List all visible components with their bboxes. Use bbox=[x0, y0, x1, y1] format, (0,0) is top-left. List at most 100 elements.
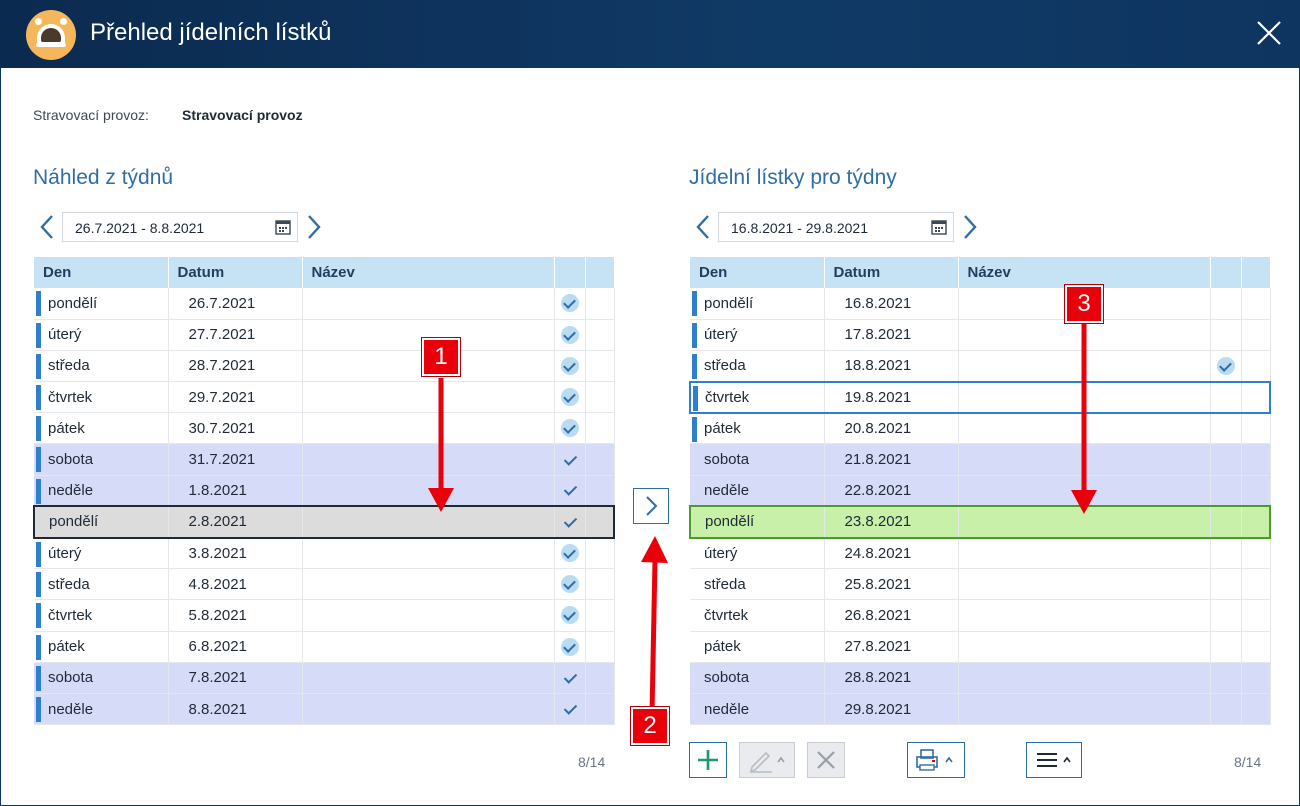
table-row[interactable]: středa 28.7.2021 bbox=[34, 350, 615, 383]
left-calendar-icon[interactable] bbox=[275, 219, 291, 235]
name-cell[interactable] bbox=[958, 693, 1211, 726]
col-header-date[interactable]: Datum bbox=[824, 257, 959, 288]
table-row[interactable]: pondělí 2.8.2021 bbox=[33, 505, 615, 539]
check-cell[interactable] bbox=[1210, 350, 1242, 383]
right-calendar-icon[interactable] bbox=[931, 219, 947, 235]
date-cell[interactable]: 21.8.2021 bbox=[824, 443, 959, 476]
date-cell[interactable]: 24.8.2021 bbox=[824, 537, 959, 570]
name-cell[interactable] bbox=[302, 505, 555, 539]
day-cell[interactable]: pondělí bbox=[689, 505, 825, 539]
check-cell[interactable] bbox=[554, 288, 586, 320]
name-cell[interactable] bbox=[958, 662, 1211, 694]
table-row[interactable]: čtvrtek 5.8.2021 bbox=[34, 599, 615, 632]
table-row[interactable]: sobota 7.8.2021 bbox=[34, 662, 615, 694]
check-cell[interactable] bbox=[554, 443, 586, 476]
name-cell[interactable] bbox=[302, 381, 555, 414]
table-row[interactable]: sobota 21.8.2021 bbox=[690, 443, 1271, 476]
table-row[interactable]: čtvrtek 26.8.2021 bbox=[690, 599, 1271, 632]
check-cell[interactable] bbox=[554, 475, 586, 507]
day-cell[interactable]: sobota bbox=[34, 662, 169, 694]
date-cell[interactable]: 31.7.2021 bbox=[168, 443, 303, 476]
date-cell[interactable]: 29.8.2021 bbox=[824, 693, 959, 726]
check-cell[interactable] bbox=[554, 662, 586, 694]
day-cell[interactable]: středa bbox=[690, 568, 825, 601]
date-cell[interactable]: 19.8.2021 bbox=[824, 380, 959, 414]
table-row[interactable]: úterý 27.7.2021 bbox=[34, 319, 615, 351]
date-cell[interactable]: 2.8.2021 bbox=[168, 505, 303, 539]
date-cell[interactable]: 18.8.2021 bbox=[824, 350, 959, 383]
print-menu-button[interactable] bbox=[907, 742, 965, 778]
close-icon[interactable] bbox=[1250, 14, 1288, 52]
table-row[interactable]: pátek 20.8.2021 bbox=[690, 412, 1271, 445]
name-cell[interactable] bbox=[958, 599, 1211, 632]
day-cell[interactable]: neděle bbox=[34, 693, 169, 726]
table-row[interactable]: úterý 24.8.2021 bbox=[690, 537, 1271, 570]
date-cell[interactable]: 4.8.2021 bbox=[168, 568, 303, 601]
copy-to-right-button[interactable] bbox=[633, 488, 669, 524]
table-row[interactable]: středa 25.8.2021 bbox=[690, 568, 1271, 601]
day-cell[interactable]: čtvrtek bbox=[690, 599, 825, 632]
day-cell[interactable]: neděle bbox=[34, 475, 169, 507]
date-cell[interactable]: 3.8.2021 bbox=[168, 537, 303, 570]
day-cell[interactable]: úterý bbox=[690, 319, 825, 351]
more-menu-button[interactable] bbox=[1026, 742, 1082, 778]
name-cell[interactable] bbox=[958, 412, 1211, 445]
date-cell[interactable]: 1.8.2021 bbox=[168, 475, 303, 507]
edit-menu-button[interactable] bbox=[739, 742, 795, 778]
date-cell[interactable]: 27.7.2021 bbox=[168, 319, 303, 351]
col-header-name[interactable]: Název bbox=[958, 257, 1211, 288]
name-cell[interactable] bbox=[958, 568, 1211, 601]
check-cell[interactable] bbox=[1210, 599, 1242, 632]
table-row[interactable]: úterý 3.8.2021 bbox=[34, 537, 615, 570]
day-cell[interactable]: úterý bbox=[34, 319, 169, 351]
name-cell[interactable] bbox=[958, 350, 1211, 383]
table-row[interactable]: pátek 6.8.2021 bbox=[34, 631, 615, 663]
add-menu-button[interactable] bbox=[689, 742, 727, 778]
date-cell[interactable]: 29.7.2021 bbox=[168, 381, 303, 414]
date-cell[interactable]: 8.8.2021 bbox=[168, 693, 303, 726]
date-cell[interactable]: 28.8.2021 bbox=[824, 662, 959, 694]
name-cell[interactable] bbox=[302, 693, 555, 726]
col-header-name[interactable]: Název bbox=[302, 257, 555, 288]
table-row[interactable]: neděle 22.8.2021 bbox=[690, 475, 1271, 507]
check-cell[interactable] bbox=[1210, 412, 1242, 445]
check-cell[interactable] bbox=[554, 381, 586, 414]
day-cell[interactable]: úterý bbox=[34, 537, 169, 570]
day-cell[interactable]: středa bbox=[690, 350, 825, 383]
table-row[interactable]: úterý 17.8.2021 bbox=[690, 319, 1271, 351]
day-cell[interactable]: neděle bbox=[690, 475, 825, 507]
check-cell[interactable] bbox=[554, 693, 586, 726]
check-cell[interactable] bbox=[554, 537, 586, 570]
right-next-week-icon[interactable] bbox=[961, 213, 979, 241]
table-row[interactable]: středa 4.8.2021 bbox=[34, 568, 615, 601]
col-header-date[interactable]: Datum bbox=[168, 257, 303, 288]
left-prev-week-icon[interactable] bbox=[38, 213, 56, 241]
table-row[interactable]: sobota 28.8.2021 bbox=[690, 662, 1271, 694]
name-cell[interactable] bbox=[958, 443, 1211, 476]
date-cell[interactable]: 20.8.2021 bbox=[824, 412, 959, 445]
day-cell[interactable]: pátek bbox=[34, 631, 169, 663]
col-header-day[interactable]: Den bbox=[690, 257, 825, 288]
date-cell[interactable]: 5.8.2021 bbox=[168, 599, 303, 632]
name-cell[interactable] bbox=[302, 412, 555, 445]
table-row[interactable]: neděle 1.8.2021 bbox=[34, 475, 615, 507]
name-cell[interactable] bbox=[302, 599, 555, 632]
check-cell[interactable] bbox=[1210, 662, 1242, 694]
name-cell[interactable] bbox=[958, 537, 1211, 570]
right-prev-week-icon[interactable] bbox=[694, 213, 712, 241]
name-cell[interactable] bbox=[302, 568, 555, 601]
name-cell[interactable] bbox=[302, 443, 555, 476]
day-cell[interactable]: čtvrtek bbox=[689, 380, 825, 414]
name-cell[interactable] bbox=[958, 319, 1211, 351]
check-cell[interactable] bbox=[554, 599, 586, 632]
date-cell[interactable]: 26.8.2021 bbox=[824, 599, 959, 632]
check-cell[interactable] bbox=[1210, 380, 1242, 414]
left-next-week-icon[interactable] bbox=[305, 213, 323, 241]
date-cell[interactable]: 28.7.2021 bbox=[168, 350, 303, 383]
name-cell[interactable] bbox=[958, 380, 1211, 414]
delete-menu-button[interactable] bbox=[807, 742, 845, 778]
day-cell[interactable]: pátek bbox=[690, 412, 825, 445]
date-cell[interactable]: 16.8.2021 bbox=[824, 288, 959, 320]
day-cell[interactable]: čtvrtek bbox=[34, 599, 169, 632]
table-row[interactable]: pondělí 23.8.2021 bbox=[689, 505, 1271, 539]
